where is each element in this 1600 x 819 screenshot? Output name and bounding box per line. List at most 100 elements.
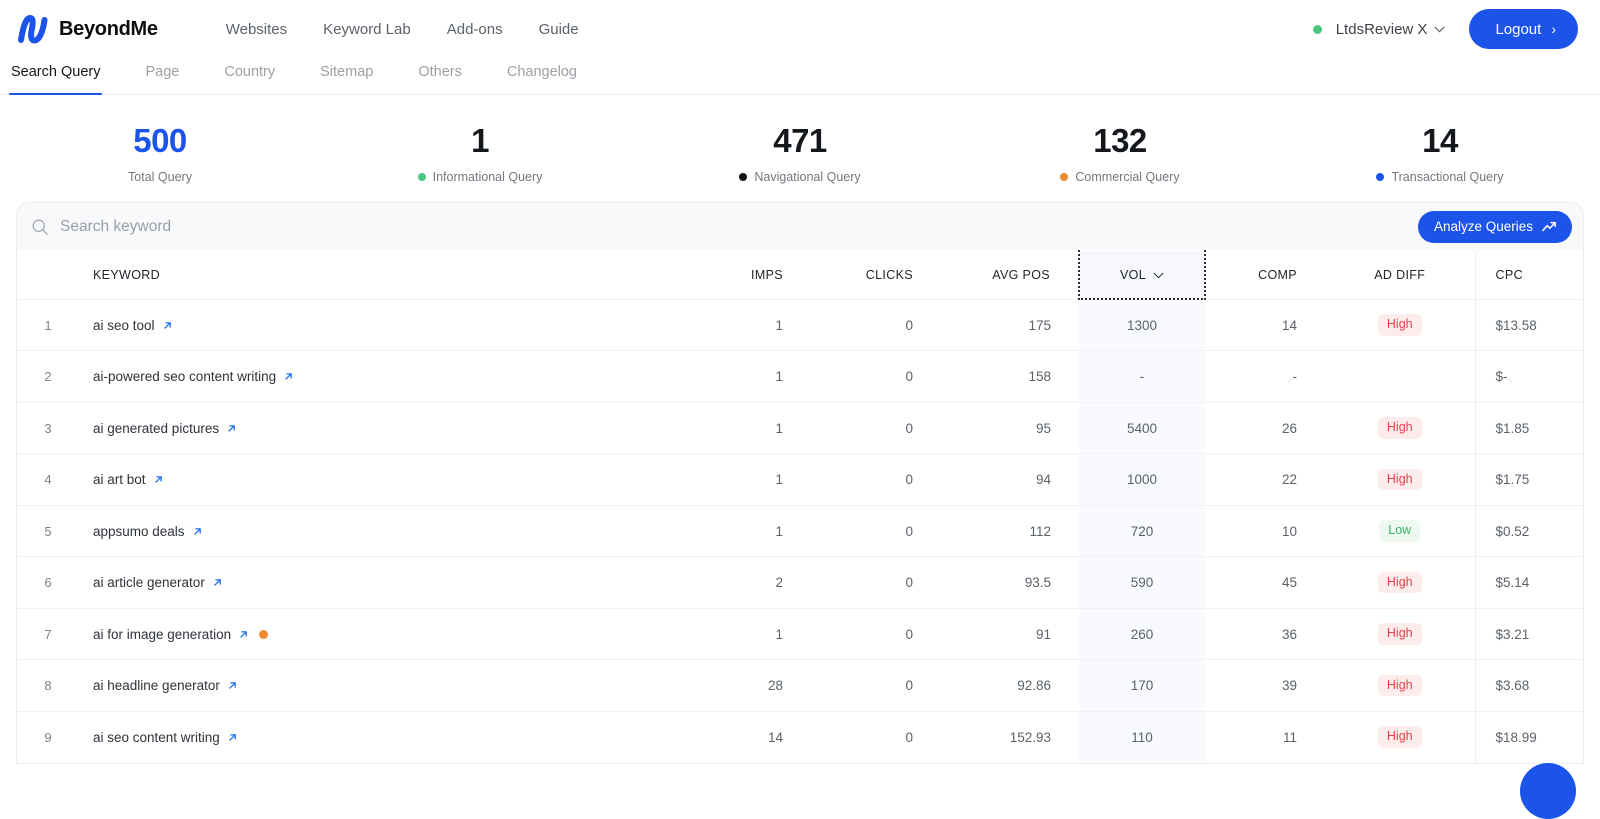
stat-label: Commercial Query <box>1075 170 1179 184</box>
keyword-link[interactable]: ai art bot <box>93 472 164 487</box>
analyze-queries-button[interactable]: Analyze Queries <box>1418 211 1572 243</box>
keyword-link[interactable]: ai article generator <box>93 575 223 590</box>
cell-clicks: 0 <box>809 608 939 660</box>
keyword-link[interactable]: ai-powered seo content writing <box>93 369 294 384</box>
cell-avg-pos: 112 <box>939 505 1079 557</box>
external-link-icon[interactable] <box>226 423 237 434</box>
col-header-keyword[interactable]: KEYWORD <box>79 251 679 299</box>
stat-label-wrap: Transactional Query <box>1280 170 1600 184</box>
nav-item-websites[interactable]: Websites <box>226 21 287 38</box>
cell-keyword[interactable]: ai seo tool <box>79 299 679 351</box>
table-row[interactable]: 1ai seo tool10175130014High$13.58 <box>17 299 1584 351</box>
keyword-link[interactable]: ai seo content writing <box>93 730 238 745</box>
logout-label: Logout <box>1495 21 1541 38</box>
cell-vol: 170 <box>1079 660 1205 712</box>
nav-item-guide[interactable]: Guide <box>539 21 579 38</box>
tab-others[interactable]: Others <box>416 58 464 94</box>
cell-index: 3 <box>17 402 79 454</box>
stat-value: 471 <box>640 123 960 159</box>
logout-button[interactable]: Logout › <box>1469 9 1578 49</box>
ad-diff-badge: High <box>1378 623 1422 645</box>
brand-logo[interactable]: BeyondMe <box>18 13 158 45</box>
ad-diff-badge: High <box>1378 726 1422 748</box>
tab-changelog[interactable]: Changelog <box>505 58 579 94</box>
cell-keyword[interactable]: ai art bot <box>79 454 679 506</box>
external-link-icon[interactable] <box>162 320 173 331</box>
stat-label-wrap: Informational Query <box>320 170 640 184</box>
cell-keyword[interactable]: appsumo deals <box>79 505 679 557</box>
tab-page[interactable]: Page <box>143 58 181 94</box>
navigational-dot-icon <box>739 173 747 181</box>
cell-clicks: 0 <box>809 660 939 712</box>
cell-keyword[interactable]: ai-powered seo content writing <box>79 351 679 403</box>
table-row[interactable]: 5appsumo deals1011272010Low$0.52 <box>17 505 1584 557</box>
stat-value: 14 <box>1280 123 1600 159</box>
col-header-vol[interactable]: VOL <box>1079 251 1205 299</box>
beyondme-logo-icon <box>18 13 48 45</box>
external-link-icon[interactable] <box>283 371 294 382</box>
cell-index: 5 <box>17 505 79 557</box>
account-menu[interactable]: LtdsReview X <box>1336 21 1446 38</box>
col-header-vol-label: VOL <box>1120 268 1146 282</box>
table-row[interactable]: 7ai for image generation109126036High$3.… <box>17 608 1584 660</box>
tab-country[interactable]: Country <box>222 58 277 94</box>
nav-item-keyword-lab[interactable]: Keyword Lab <box>323 21 411 38</box>
table-row[interactable]: 8ai headline generator28092.8617039High$… <box>17 660 1584 712</box>
support-chat-button[interactable] <box>1520 763 1576 764</box>
cell-index: 7 <box>17 608 79 660</box>
transactional-dot-icon <box>1376 173 1384 181</box>
keyword-link[interactable]: ai generated pictures <box>93 421 237 436</box>
vol-header-inner: VOL <box>1120 268 1164 282</box>
cell-keyword[interactable]: ai article generator <box>79 557 679 609</box>
search-input[interactable] <box>60 203 1571 250</box>
col-header-avg-pos[interactable]: AVG POS <box>939 251 1079 299</box>
external-link-icon[interactable] <box>227 732 238 743</box>
cell-keyword[interactable]: ai seo content writing <box>79 711 679 763</box>
cell-index: 2 <box>17 351 79 403</box>
col-header-ad-diff[interactable]: AD DIFF <box>1325 251 1475 299</box>
cell-cpc: $3.68 <box>1475 660 1584 712</box>
cell-avg-pos: 152.93 <box>939 711 1079 763</box>
tab-sitemap[interactable]: Sitemap <box>318 58 375 94</box>
col-header-comp[interactable]: COMP <box>1205 251 1325 299</box>
cell-keyword[interactable]: ai for image generation <box>79 608 679 660</box>
cell-ad-diff: High <box>1325 299 1475 351</box>
table-row[interactable]: 2ai-powered seo content writing10158--$- <box>17 351 1584 403</box>
cell-comp: 10 <box>1205 505 1325 557</box>
table-row[interactable]: 9ai seo content writing140152.9311011Hig… <box>17 711 1584 763</box>
external-link-icon[interactable] <box>212 577 223 588</box>
stat-label: Informational Query <box>433 170 543 184</box>
keyword-link[interactable]: ai seo tool <box>93 318 173 333</box>
col-header-imps[interactable]: IMPS <box>679 251 809 299</box>
table-header: KEYWORD IMPS CLICKS AVG POS VOL COMP AD … <box>17 251 1584 299</box>
cell-ad-diff <box>1325 351 1475 403</box>
cell-comp: 14 <box>1205 299 1325 351</box>
cell-vol: 1000 <box>1079 454 1205 506</box>
cell-comp: 11 <box>1205 711 1325 763</box>
keyword-link[interactable]: appsumo deals <box>93 524 203 539</box>
nav-item-add-ons[interactable]: Add-ons <box>447 21 503 38</box>
cell-index: 6 <box>17 557 79 609</box>
keyword-link[interactable]: ai headline generator <box>93 678 238 693</box>
external-link-icon[interactable] <box>238 629 249 640</box>
table-row[interactable]: 4ai art bot1094100022High$1.75 <box>17 454 1584 506</box>
external-link-icon[interactable] <box>153 474 164 485</box>
cell-ad-diff: High <box>1325 557 1475 609</box>
tab-search-query[interactable]: Search Query <box>9 58 102 94</box>
keyword-text: ai for image generation <box>93 627 231 642</box>
table-row[interactable]: 6ai article generator2093.559045High$5.1… <box>17 557 1584 609</box>
col-header-cpc[interactable]: CPC <box>1475 251 1584 299</box>
external-link-icon[interactable] <box>227 680 238 691</box>
cell-cpc: $- <box>1475 351 1584 403</box>
table-row[interactable]: 3ai generated pictures1095540026High$1.8… <box>17 402 1584 454</box>
cell-imps: 2 <box>679 557 809 609</box>
cell-keyword[interactable]: ai generated pictures <box>79 402 679 454</box>
col-header-clicks[interactable]: CLICKS <box>809 251 939 299</box>
cell-cpc: $0.52 <box>1475 505 1584 557</box>
cell-keyword[interactable]: ai headline generator <box>79 660 679 712</box>
section-tabs: Search Query Page Country Sitemap Others… <box>22 58 1578 94</box>
cell-imps: 1 <box>679 608 809 660</box>
keyword-text: ai seo tool <box>93 318 155 333</box>
keyword-link[interactable]: ai for image generation <box>93 627 268 642</box>
external-link-icon[interactable] <box>192 526 203 537</box>
